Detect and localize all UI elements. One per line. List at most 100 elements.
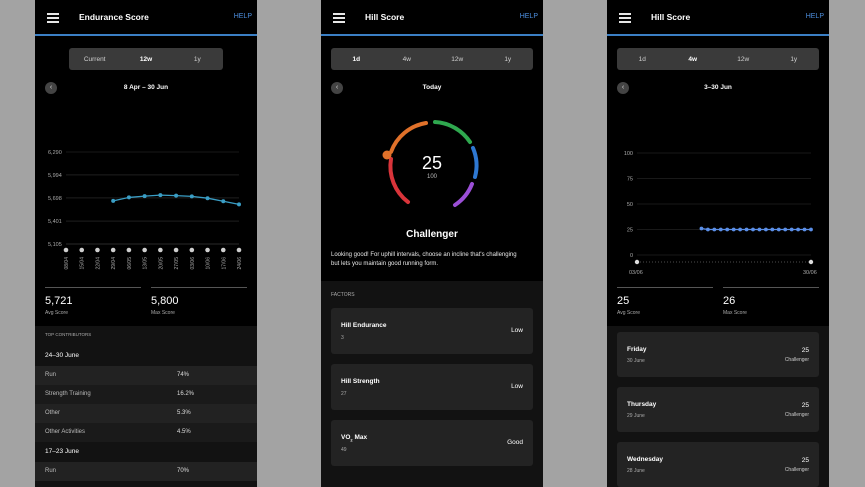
data-point (126, 195, 131, 200)
week-marker (158, 247, 163, 253)
list-item: Run 74% (35, 366, 257, 385)
factor-card-hill-strength[interactable]: Hill Strength 27 Low (331, 364, 533, 410)
tab-1y[interactable]: 1y (172, 48, 223, 70)
factor-name: Hill Endurance (341, 322, 387, 329)
tab-1y[interactable]: 1y (769, 48, 820, 70)
week-marker (79, 247, 85, 253)
day-score: 25 (801, 457, 809, 464)
day-date: 30 June (627, 358, 645, 364)
x-start-marker (634, 259, 640, 265)
menu-icon[interactable] (333, 13, 345, 23)
x-tick-label: 29/04 (111, 257, 117, 270)
x-tick-label: 27/05 (174, 257, 180, 270)
page-title: Hill Score (365, 12, 405, 22)
day-name: Wednesday (627, 456, 664, 463)
tab-1y[interactable]: 1y (483, 48, 534, 70)
x-start-label: 03/06 (629, 270, 643, 276)
row-name: Other (45, 410, 61, 416)
row-name: Other Activities (45, 429, 86, 435)
avg-score-value: 5,721 (45, 295, 73, 307)
x-end-marker (808, 259, 814, 265)
y-tick-label: 6,290 (48, 150, 62, 156)
help-link[interactable]: HELP (520, 13, 538, 20)
day-score: 25 (801, 347, 809, 354)
tab-1d[interactable]: 1d (331, 48, 382, 70)
week-marker (205, 247, 210, 253)
max-score-label: Max Score (723, 310, 747, 316)
data-point (111, 198, 116, 203)
factor-name: Hill Strength (341, 378, 380, 385)
row-value: 4.5% (177, 429, 191, 435)
contributors-section: TOP CONTRIBUTORS 24–30 June Run 74% Stre… (35, 326, 257, 487)
data-point (712, 227, 717, 232)
x-tick-label: 24/06 (237, 257, 243, 270)
help-link[interactable]: HELP (806, 13, 824, 20)
page-title: Hill Score (651, 12, 691, 22)
data-point (158, 193, 163, 198)
x-end-label: 30/06 (803, 270, 817, 276)
day-name: Thursday (627, 401, 657, 408)
tab-4w[interactable]: 4w (668, 48, 719, 70)
week-marker (173, 247, 179, 253)
hill-score-max: 100 (426, 174, 437, 180)
data-point (237, 202, 241, 207)
daily-scores-section: Friday 30 June 25 Challenger Thursday 29… (607, 326, 829, 487)
page-title: Endurance Score (79, 12, 149, 22)
stats-row: 5,721 Avg Score 5,800 Max Score (35, 287, 257, 327)
data-point (776, 227, 781, 232)
week-marker (95, 247, 100, 253)
max-score-value: 26 (723, 295, 736, 307)
list-item: Run 70% (35, 462, 257, 481)
x-tick-label: 03/06 (190, 257, 196, 270)
day-card-friday[interactable]: Friday 30 June 25 Challenger (617, 332, 819, 377)
y-tick-label: 5,698 (48, 196, 62, 202)
x-tick-label: 13/05 (143, 257, 149, 270)
tab-current[interactable]: Current (69, 48, 120, 70)
tab-4w[interactable]: 4w (382, 48, 433, 70)
factor-value: 49 (341, 447, 347, 453)
date-range: Today (422, 84, 442, 91)
day-level: Challenger (784, 467, 809, 473)
x-tick-label: 10/06 (206, 257, 212, 270)
help-link[interactable]: HELP (234, 13, 252, 20)
avg-score-label: Avg Score (45, 310, 68, 316)
max-score-value: 5,800 (151, 295, 179, 307)
menu-icon[interactable] (619, 13, 631, 23)
row-name: Strength Training (45, 391, 91, 397)
hill-score-4w-screen: Hill Score HELP 1d 4w 12w 1y ‹ 3–30 Jun … (607, 0, 829, 487)
day-card-wednesday[interactable]: Wednesday 28 June 25 Challenger (617, 442, 819, 487)
x-tick-label: 22/04 (95, 257, 101, 270)
list-item: Strength Training 16.2% (35, 385, 257, 404)
list-item: Other Activities 4.5% (35, 423, 257, 442)
factor-card-vo2-max[interactable]: VO2 Max 49 Good (331, 420, 533, 466)
hill-score-value: 25 (421, 153, 443, 173)
y-tick-label: 5,994 (48, 173, 62, 179)
factors-header: FACTORS (331, 292, 355, 298)
data-point (205, 196, 210, 201)
day-level: Challenger (784, 412, 809, 418)
avg-score-value: 25 (617, 295, 630, 307)
day-card-thursday[interactable]: Thursday 29 June 25 Challenger (617, 387, 819, 432)
period-selector: 1d 4w 12w 1y (617, 48, 819, 70)
period-selector: 1d 4w 12w 1y (331, 48, 533, 70)
tab-12w[interactable]: 12w (120, 48, 171, 70)
data-point (189, 194, 194, 199)
factor-card-hill-endurance[interactable]: Hill Endurance 3 Low (331, 308, 533, 354)
tab-12w[interactable]: 12w (432, 48, 483, 70)
week-marker (189, 247, 195, 253)
y-tick-label: 5,105 (48, 242, 62, 248)
top-bar: Hill Score HELP (321, 0, 543, 36)
tab-12w[interactable]: 12w (718, 48, 769, 70)
avg-score-label: Avg Score (617, 310, 640, 316)
y-tick-label: 75 (627, 177, 633, 183)
day-level: Challenger (784, 357, 809, 363)
menu-icon[interactable] (47, 13, 59, 23)
group-label: 17–23 June (45, 448, 79, 455)
data-point (174, 193, 179, 198)
y-tick-label: 5,401 (48, 219, 62, 225)
row-value: 5.3% (177, 410, 191, 416)
tab-1d[interactable]: 1d (617, 48, 668, 70)
factor-value: 3 (341, 335, 344, 341)
level-label: Challenger (406, 229, 458, 240)
contributors-header: TOP CONTRIBUTORS (45, 332, 92, 337)
